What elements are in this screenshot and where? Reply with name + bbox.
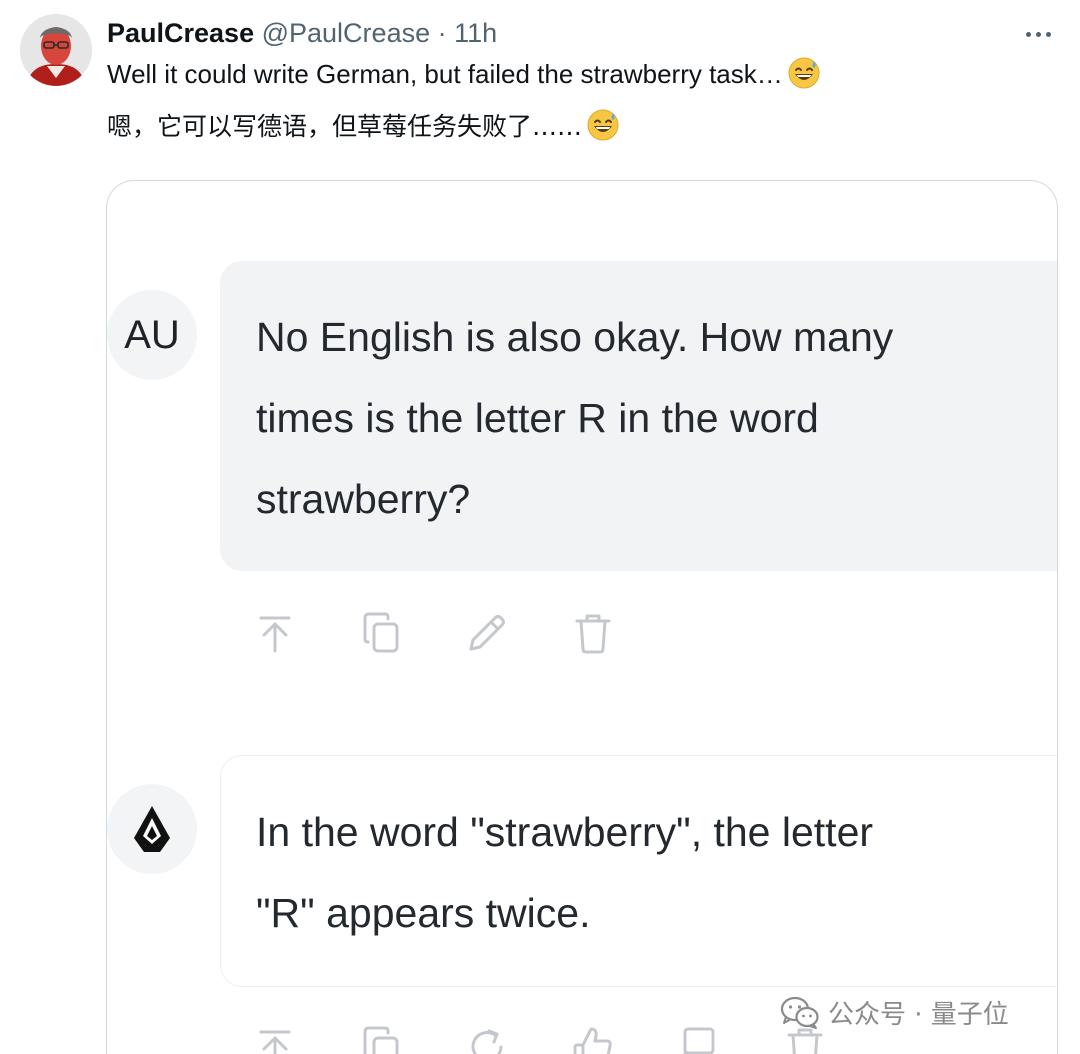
assistant-message-text: In the word "strawberry", the letter "R"…: [256, 792, 1016, 954]
more-dot-icon: [1045, 31, 1051, 37]
move-to-top-icon[interactable]: [251, 1023, 299, 1054]
copy-icon[interactable]: [357, 609, 405, 657]
tweet-text-english: Well it could write German, but failed t…: [107, 56, 821, 98]
user-message-text: No English is also okay. How many times …: [256, 297, 996, 540]
user-message-actions: [251, 609, 617, 657]
header-separator: ·: [437, 18, 447, 48]
more-dot-icon: [1035, 31, 1041, 37]
user-avatar: AU: [107, 290, 197, 380]
edit-icon[interactable]: [463, 609, 511, 657]
assistant-message-line: "R" appears twice.: [256, 890, 591, 936]
tweet-text-chinese: 嗯，它可以写德语，但草莓任务失败了……: [107, 108, 620, 151]
tweet-header: PaulCrease @PaulCrease · 11h: [107, 17, 497, 49]
assistant-logo-icon: [134, 806, 170, 852]
regenerate-icon[interactable]: [463, 1023, 511, 1054]
tweet-timestamp[interactable]: 11h: [454, 18, 497, 48]
thumbs-up-icon[interactable]: [569, 1023, 617, 1054]
user-message-bubble: No English is also okay. How many times …: [220, 261, 1057, 571]
more-dot-icon: [1025, 31, 1031, 37]
tweet-media-image[interactable]: AU No English is also okay. How many tim…: [106, 180, 1058, 1054]
assistant-message-bubble: In the word "strawberry", the letter "R"…: [220, 755, 1057, 987]
watermark: 公众号 · 量子位: [780, 994, 1009, 1031]
assistant-message-line: In the word "strawberry", the letter: [256, 809, 874, 855]
user-message-line: times is the letter R in the word: [256, 395, 819, 441]
tweet-text-english-content: Well it could write German, but failed t…: [107, 59, 783, 89]
wechat-icon: [780, 996, 819, 1029]
assistant-avatar: [107, 784, 197, 874]
sweat-smile-emoji-icon: [586, 108, 620, 151]
move-to-top-icon[interactable]: [251, 609, 299, 657]
sweat-smile-emoji-icon: [787, 56, 821, 98]
author-handle[interactable]: @PaulCrease: [262, 18, 431, 48]
delete-icon[interactable]: [569, 609, 617, 657]
author-avatar[interactable]: [20, 14, 92, 86]
user-message-line: No English is also okay. How many: [256, 314, 894, 360]
user-avatar-initials: AU: [124, 312, 180, 357]
user-message-line: strawberry?: [256, 476, 471, 522]
copy-icon[interactable]: [357, 1023, 405, 1054]
assistant-message-actions: [251, 1023, 829, 1054]
author-name[interactable]: PaulCrease: [107, 18, 254, 48]
watermark-text: 公众号 · 量子位: [828, 1000, 1009, 1030]
tweet-page: PaulCrease @PaulCrease · 11h Well it cou…: [0, 0, 1080, 1054]
flag-icon[interactable]: [675, 1023, 723, 1054]
tweet-text-chinese-content: 嗯，它可以写德语，但草莓任务失败了……: [107, 112, 583, 141]
more-options-button[interactable]: [1018, 14, 1058, 54]
